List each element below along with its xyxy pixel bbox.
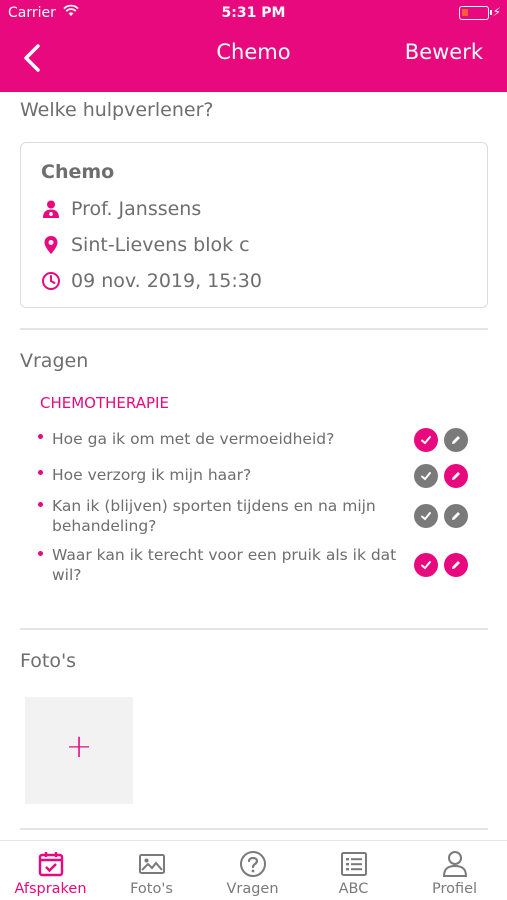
check-button[interactable] <box>414 428 438 452</box>
location-name: Sint-Lievens blok c <box>71 234 250 256</box>
bullet <box>38 434 43 439</box>
question-text: Hoe verzorg ik mijn haar? <box>52 466 252 484</box>
question-circle-icon <box>240 851 266 877</box>
edit-button[interactable]: Bewerk <box>405 40 483 64</box>
question-category: CHEMOTHERAPIE <box>40 394 169 412</box>
doctor-name: Prof. Janssens <box>71 198 202 220</box>
check-icon <box>421 561 431 570</box>
tab-fotos[interactable]: Foto's <box>101 841 202 900</box>
tab-label: Vragen <box>226 881 279 897</box>
charging-icon: ⚡ <box>492 5 501 19</box>
location-row: Sint-Lievens blok c <box>41 234 250 256</box>
tab-afspraken[interactable]: Afspraken <box>0 841 101 900</box>
tab-bar: Afspraken Foto's Vragen ABC Profiel <box>0 840 507 900</box>
photos-heading: Foto's <box>20 650 77 672</box>
tab-label: Foto's <box>130 881 173 897</box>
pencil-icon <box>452 561 460 569</box>
plus-icon: + <box>65 727 93 765</box>
check-button[interactable] <box>414 464 438 488</box>
doctor-icon <box>43 200 59 218</box>
divider <box>20 628 488 630</box>
location-pin-icon <box>44 236 58 254</box>
questions-heading: Vragen <box>20 350 89 372</box>
provider-heading: Welke hulpverlener? <box>20 99 214 121</box>
status-bar: Carrier 5:31 PM ⚡ <box>0 0 507 28</box>
appointment-datetime: 09 nov. 2019, 15:30 <box>71 270 262 292</box>
check-icon <box>421 436 431 445</box>
edit-question-button[interactable] <box>444 553 468 577</box>
edit-question-button[interactable] <box>444 504 468 528</box>
tab-profiel[interactable]: Profiel <box>404 841 505 900</box>
check-button[interactable] <box>414 553 438 577</box>
status-time: 5:31 PM <box>221 5 286 21</box>
clock-icon <box>42 272 60 290</box>
list-icon <box>341 852 367 876</box>
check-button[interactable] <box>414 504 438 528</box>
divider <box>20 828 488 830</box>
battery-icon <box>459 6 492 20</box>
pencil-icon <box>452 472 460 480</box>
nav-bar: Chemo Bewerk <box>0 28 507 92</box>
appointment-title: Chemo <box>41 161 115 183</box>
chevron-left-icon <box>24 44 40 72</box>
tab-label: Profiel <box>431 881 478 897</box>
bullet <box>38 470 43 475</box>
question-text: Hoe ga ik om met de vermoeidheid? <box>52 430 335 448</box>
pencil-icon <box>452 436 460 444</box>
person-icon <box>442 851 468 877</box>
add-photo-button[interactable]: + <box>25 697 133 804</box>
tab-vragen[interactable]: Vragen <box>202 841 303 900</box>
question-text: Kan ik (blijven) sporten tijdens en na m… <box>52 497 376 535</box>
pencil-icon <box>452 512 460 520</box>
appointment-card[interactable]: Chemo Prof. Janssens Sint-Lievens blok c… <box>20 142 488 308</box>
edit-question-button[interactable] <box>444 464 468 488</box>
app-header: Carrier 5:31 PM ⚡ Chemo Bewerk <box>0 0 507 92</box>
divider <box>20 328 488 330</box>
tab-label: Afspraken <box>14 881 87 897</box>
tab-abc[interactable]: ABC <box>303 841 404 900</box>
datetime-row: 09 nov. 2019, 15:30 <box>41 270 262 292</box>
image-icon <box>139 854 165 874</box>
calendar-check-icon <box>38 852 64 877</box>
bullet <box>38 502 43 507</box>
check-icon <box>421 512 431 521</box>
doctor-row: Prof. Janssens <box>41 198 201 220</box>
edit-question-button[interactable] <box>444 428 468 452</box>
tab-label: ABC <box>338 881 369 897</box>
back-button[interactable] <box>20 38 50 78</box>
check-icon <box>421 472 431 481</box>
question-text: Waar kan ik terecht voor een pruik als i… <box>52 546 397 584</box>
bullet <box>38 551 43 556</box>
